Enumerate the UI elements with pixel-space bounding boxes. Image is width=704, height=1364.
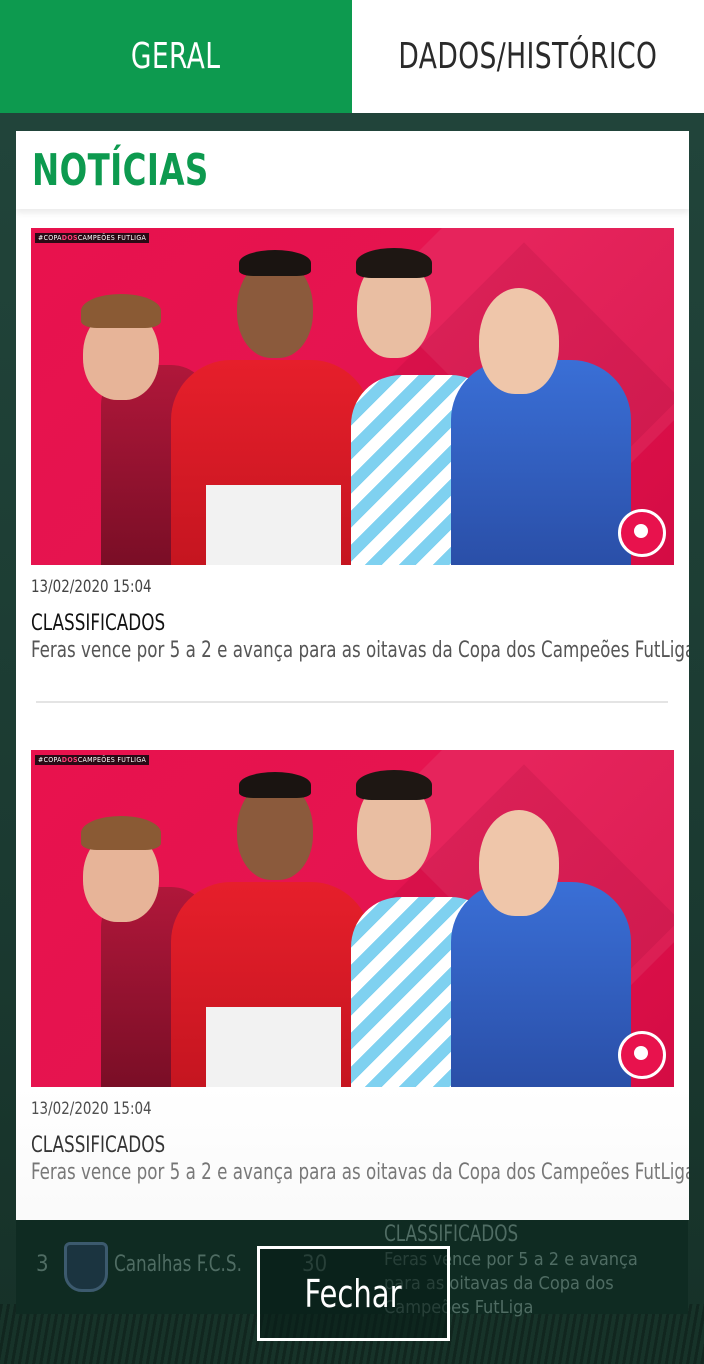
- player-hair: [81, 816, 161, 850]
- news-date: 13/02/2020 15:04: [31, 577, 152, 597]
- cup-logo-icon: [618, 509, 666, 557]
- news-item[interactable]: #COPADOSCAMPEÕES FUTLIGA 13/02/2020 15:0…: [31, 750, 689, 1185]
- news-divider: [36, 701, 668, 703]
- image-hashtag: #COPADOSCAMPEÕES FUTLIGA: [35, 233, 150, 243]
- tab-dados-historico[interactable]: DADOS/HISTÓRICO: [352, 0, 704, 113]
- news-category: CLASSIFICADOS: [31, 1133, 166, 1158]
- modal-header: NOTÍCIAS: [16, 131, 689, 209]
- player-figure: [451, 360, 631, 565]
- news-item[interactable]: #COPADOSCAMPEÕES FUTLIGA 13/02/2020 15:0…: [31, 228, 689, 663]
- close-button[interactable]: Fechar: [257, 1246, 450, 1341]
- team-name: Canalhas F.C.S.: [114, 1252, 242, 1277]
- tab-geral[interactable]: GERAL: [0, 0, 352, 113]
- tab-dados-historico-label: DADOS/HISTÓRICO: [398, 36, 658, 77]
- player-shorts: [206, 485, 341, 565]
- cup-logo-icon: [618, 1031, 666, 1079]
- player-head: [479, 810, 559, 916]
- news-headline[interactable]: Feras vence por 5 a 2 e avança para as o…: [31, 1160, 689, 1185]
- modal-title: NOTÍCIAS: [32, 145, 209, 196]
- player-hair: [356, 770, 432, 800]
- image-hashtag: #COPADOSCAMPEÕES FUTLIGA: [35, 755, 150, 765]
- team-shield-icon: [64, 1242, 108, 1292]
- news-modal: NOTÍCIAS #COPADOSCAMPEÕES FUTLIGA 13/02/…: [16, 131, 689, 1220]
- news-date: 13/02/2020 15:04: [31, 1099, 152, 1119]
- player-head: [479, 288, 559, 394]
- background-news-category: CLASSIFICADOS: [384, 1222, 519, 1247]
- tab-geral-label: GERAL: [131, 36, 221, 77]
- player-shorts: [206, 1007, 341, 1087]
- player-figure: [451, 882, 631, 1087]
- tab-bar: GERAL DADOS/HISTÓRICO: [0, 0, 704, 113]
- news-image[interactable]: #COPADOSCAMPEÕES FUTLIGA: [31, 750, 674, 1087]
- close-button-label: Fechar: [305, 1271, 402, 1316]
- news-headline[interactable]: Feras vence por 5 a 2 e avança para as o…: [31, 638, 689, 663]
- player-hair: [239, 250, 311, 276]
- news-category: CLASSIFICADOS: [31, 611, 166, 636]
- player-hair: [81, 294, 161, 328]
- ranking-position: 3: [36, 1252, 49, 1277]
- player-hair: [239, 772, 311, 798]
- news-image[interactable]: #COPADOSCAMPEÕES FUTLIGA: [31, 228, 674, 565]
- player-hair: [356, 248, 432, 278]
